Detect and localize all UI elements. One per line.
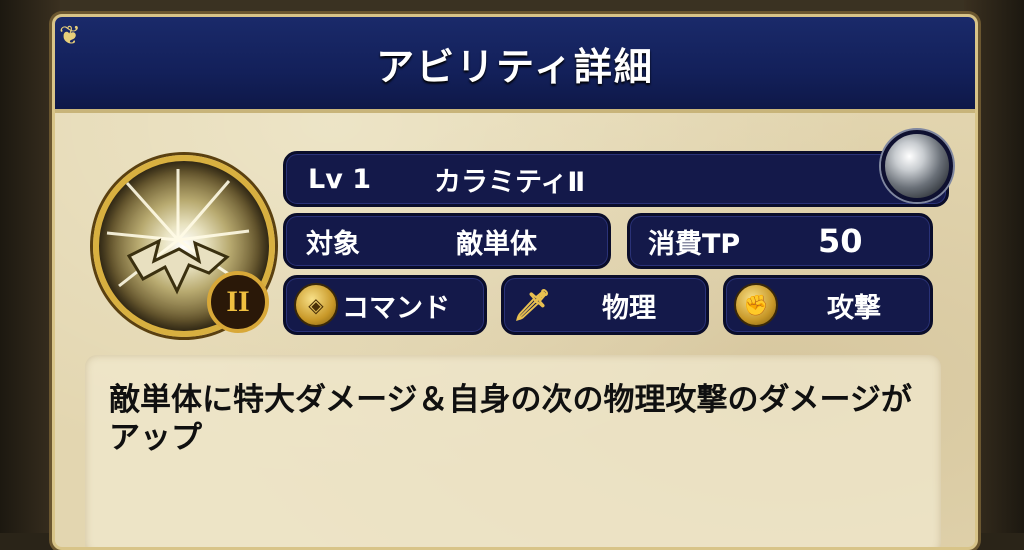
tag-command-label: コマンド: [342, 292, 450, 324]
corner-ornament-icon: ❦: [59, 21, 81, 51]
command-icon: ◈: [294, 283, 338, 327]
dialog-header: ❦ アビリティ詳細: [55, 17, 975, 113]
ability-detail-dialog: ❦ アビリティ詳細 II Lv 1 カラミティⅡ 対象 敵単体 消費TP 50: [52, 14, 978, 550]
description-box: 敵単体に特大ダメージ＆自身の次の物理攻撃のダメージがアップ: [85, 355, 941, 547]
tag-command: ◈ コマンド: [283, 275, 487, 335]
ability-level: Lv 1: [308, 163, 371, 195]
tp-cost-panel: 消費TP 50: [627, 213, 933, 269]
fist-icon: ✊: [734, 283, 778, 327]
target-value: 敵単体: [456, 228, 537, 260]
rank-badge: II: [207, 271, 269, 333]
tag-physical-label: 物理: [602, 292, 656, 324]
tp-cost-label: 消費TP: [648, 228, 741, 260]
tp-cost-value: 50: [818, 222, 863, 260]
tag-attack: ✊ 攻撃: [723, 275, 933, 335]
target-panel: 対象 敵単体: [283, 213, 611, 269]
background-left: [0, 0, 60, 533]
ability-name-bar: Lv 1 カラミティⅡ: [283, 151, 949, 207]
ability-name: カラミティⅡ: [434, 166, 586, 198]
tag-attack-label: 攻撃: [827, 292, 881, 324]
ability-description: 敵単体に特大ダメージ＆自身の次の物理攻撃のダメージがアップ: [109, 382, 912, 456]
sword-icon: 🗡: [512, 287, 552, 323]
target-label: 対象: [306, 228, 360, 260]
dialog-title: アビリティ詳細: [376, 44, 654, 89]
element-orb-icon: [881, 130, 953, 202]
tag-physical: 🗡 物理: [501, 275, 709, 335]
